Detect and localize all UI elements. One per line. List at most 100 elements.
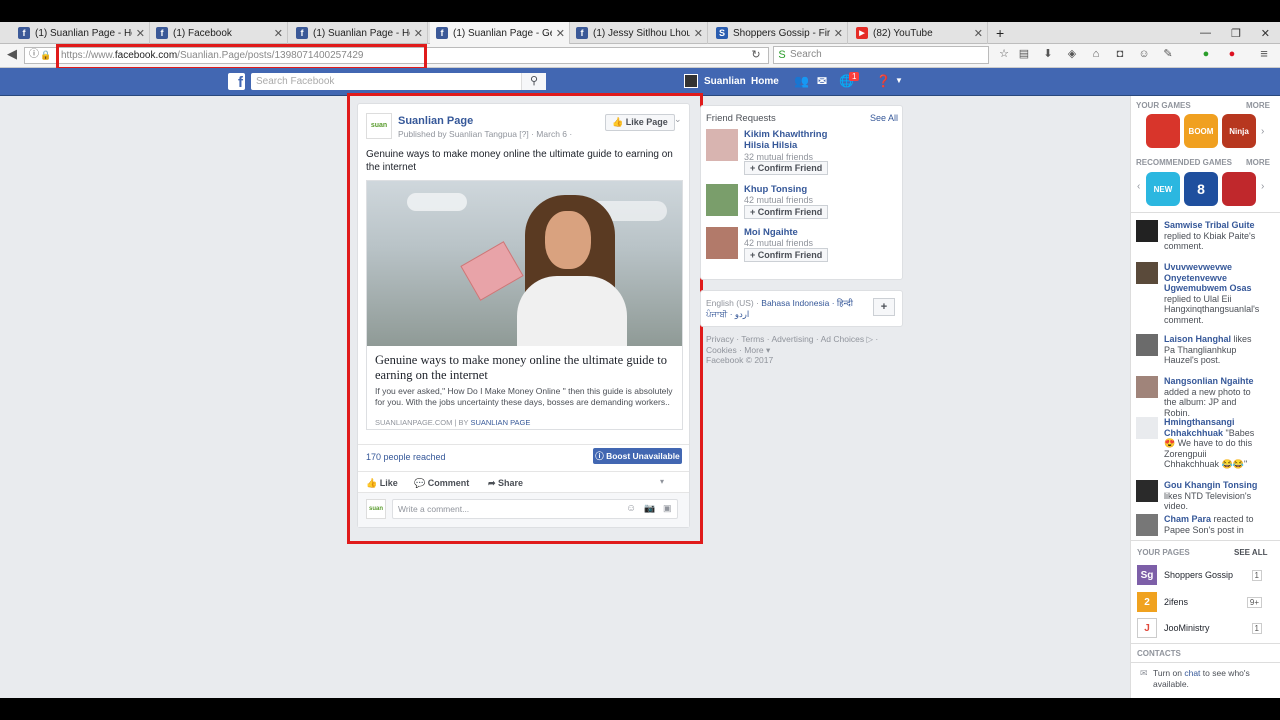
confirm-friend-button[interactable]: + Confirm Friend bbox=[744, 205, 829, 219]
browser-tab[interactable]: S Shoppers Gossip - FireFTP ✕ bbox=[710, 22, 848, 44]
extension-icon[interactable]: ◈ bbox=[1066, 48, 1078, 60]
extension-icon[interactable]: ✎ bbox=[1162, 48, 1174, 60]
close-icon[interactable]: ✕ bbox=[136, 27, 145, 40]
browser-tab[interactable]: ▶ (82) YouTube ✕ bbox=[850, 22, 988, 44]
confirm-friend-button[interactable]: + Confirm Friend bbox=[744, 161, 829, 175]
profile-link[interactable]: Suanlian bbox=[704, 76, 746, 87]
pocket-icon[interactable]: ◘ bbox=[1114, 48, 1126, 60]
page-count: 1 bbox=[1251, 622, 1262, 634]
close-icon[interactable]: ✕ bbox=[414, 27, 423, 40]
mutual-friends: 42 mutual friends bbox=[744, 195, 814, 205]
avatar[interactable] bbox=[706, 184, 738, 216]
browser-tab[interactable]: f (1) Suanlian Page - Home ✕ bbox=[12, 22, 150, 44]
chevron-down-icon[interactable]: ▼ bbox=[895, 76, 903, 85]
browser-tab-active[interactable]: f (1) Suanlian Page - Genuine ✕ bbox=[430, 22, 570, 44]
chevron-right-icon[interactable]: › bbox=[1261, 181, 1264, 192]
avatar bbox=[1136, 514, 1158, 536]
avatar bbox=[1136, 417, 1158, 439]
info-icon[interactable]: ⓘ bbox=[28, 49, 40, 61]
avatar[interactable] bbox=[706, 129, 738, 161]
close-icon[interactable]: ✕ bbox=[694, 27, 703, 40]
account-icon[interactable]: ☺ bbox=[1138, 48, 1150, 60]
help-icon[interactable]: ❓ bbox=[876, 74, 891, 88]
search-icon[interactable]: ⚲ bbox=[521, 73, 546, 90]
new-tab-button[interactable]: + bbox=[990, 22, 1014, 44]
messenger-icon[interactable]: ✉ bbox=[817, 74, 827, 88]
add-language-button[interactable]: + bbox=[873, 298, 895, 316]
grammarly-icon[interactable]: ● bbox=[1200, 48, 1212, 60]
menu-icon[interactable]: ≡ bbox=[1258, 47, 1270, 60]
back-icon[interactable]: ◀ bbox=[6, 47, 18, 60]
game-tile[interactable] bbox=[1146, 114, 1180, 148]
browser-tab[interactable]: f (1) Suanlian Page - Home ✕ bbox=[290, 22, 428, 44]
game-tile[interactable]: 8 bbox=[1184, 172, 1218, 206]
friend-name[interactable]: Khup Tonsing bbox=[744, 184, 854, 195]
chevron-right-icon[interactable]: › bbox=[1261, 126, 1264, 137]
facebook-icon: f bbox=[436, 27, 448, 39]
facebook-logo[interactable]: f bbox=[228, 73, 245, 91]
see-all-link[interactable]: SEE ALL bbox=[1234, 548, 1267, 557]
language-links[interactable]: ਪੰਜਾਬੀ · اردو bbox=[706, 309, 749, 319]
download-icon[interactable]: ⬇ bbox=[1042, 48, 1054, 60]
game-tile[interactable]: Ninja bbox=[1222, 114, 1256, 148]
page-item[interactable]: Sg Shoppers Gossip 1 bbox=[1137, 565, 1262, 585]
game-label: Ninja bbox=[1229, 126, 1249, 136]
ticker-item[interactable]: Laison Hanghal likes Pa Thanglianhkup Ha… bbox=[1136, 334, 1261, 366]
footer-line[interactable]: Privacy · Terms · Advertising · Ad Choic… bbox=[706, 334, 896, 345]
facebook-search-input[interactable]: Search Facebook bbox=[251, 73, 546, 90]
restore-icon[interactable]: ❐ bbox=[1231, 27, 1241, 40]
avatar[interactable] bbox=[706, 227, 738, 259]
confirm-friend-button[interactable]: + Confirm Friend bbox=[744, 248, 829, 262]
avatar bbox=[1136, 334, 1158, 356]
chevron-left-icon[interactable]: ‹ bbox=[1137, 181, 1140, 192]
see-all-link[interactable]: See All bbox=[870, 113, 898, 123]
page-item[interactable]: J JooMinistry 1 bbox=[1137, 618, 1262, 638]
ticker-item[interactable]: Nangsonlian Ngaihte added a new photo to… bbox=[1136, 376, 1261, 418]
mutual-friends: 42 mutual friends bbox=[744, 238, 814, 248]
bookmark-star-icon[interactable]: ☆ bbox=[998, 48, 1010, 60]
post-highlight-box bbox=[347, 93, 703, 544]
divider bbox=[1131, 662, 1280, 663]
page-icon: 2 bbox=[1137, 592, 1157, 612]
game-tile[interactable]: NEW bbox=[1146, 172, 1180, 206]
your-pages-title: YOUR PAGES bbox=[1137, 548, 1190, 557]
ticker-item[interactable]: Uvuvwevwevwe Onyetenvewve Ugwemubwem Osa… bbox=[1136, 262, 1261, 325]
close-icon[interactable]: ✕ bbox=[974, 27, 983, 40]
reload-icon[interactable]: ↻ bbox=[750, 49, 762, 61]
clipboard-icon[interactable]: ▤ bbox=[1018, 48, 1030, 60]
language-links[interactable]: Bahasa Indonesia · हिन्दी bbox=[761, 298, 853, 308]
close-icon[interactable]: ✕ bbox=[274, 27, 283, 40]
youtube-icon: ▶ bbox=[856, 27, 868, 39]
chat-link[interactable]: chat bbox=[1184, 668, 1200, 678]
avatar[interactable] bbox=[684, 74, 698, 88]
tab-title: (1) Suanlian Page - Home bbox=[35, 27, 132, 39]
tab-title: (1) Jessy Sitlhou Lhoujem wi bbox=[593, 27, 690, 39]
footer-line[interactable]: Cookies · More ▾ bbox=[706, 345, 896, 356]
friend-name[interactable]: Kikim Khawlthring Hilsia Hilsia bbox=[744, 129, 854, 151]
browser-tab[interactable]: f (1) Jessy Sitlhou Lhoujem wi ✕ bbox=[570, 22, 708, 44]
more-link[interactable]: MORE bbox=[1246, 158, 1270, 167]
game-tile[interactable] bbox=[1222, 172, 1256, 206]
avatar bbox=[1136, 220, 1158, 242]
close-window-icon[interactable]: ✕ bbox=[1261, 27, 1270, 40]
close-icon[interactable]: ✕ bbox=[556, 27, 565, 40]
divider bbox=[1131, 540, 1280, 541]
browser-tab[interactable]: f (1) Facebook ✕ bbox=[150, 22, 288, 44]
page-item[interactable]: 2 2ifens 9+ bbox=[1137, 592, 1262, 612]
close-icon[interactable]: ✕ bbox=[834, 27, 843, 40]
friend-requests-icon[interactable]: 👥 bbox=[794, 74, 809, 88]
ticker-item[interactable]: Samwise Tribal Guite replied to Kbiak Pa… bbox=[1136, 220, 1261, 252]
home-icon[interactable]: ⌂ bbox=[1090, 48, 1102, 60]
ticker-item[interactable]: Cham Para reacted to Papee Son's post in bbox=[1136, 514, 1261, 536]
facebook-header bbox=[0, 68, 1280, 96]
home-link[interactable]: Home bbox=[751, 76, 779, 87]
minimize-icon[interactable]: — bbox=[1200, 27, 1211, 39]
game-tile[interactable]: BOOM bbox=[1184, 114, 1218, 148]
friend-name[interactable]: Moi Ngaihte bbox=[744, 227, 854, 238]
more-link[interactable]: MORE bbox=[1246, 101, 1270, 110]
ticker-item[interactable]: Gou Khangin Tonsing likes NTD Television… bbox=[1136, 480, 1261, 512]
browser-search-input[interactable]: Search bbox=[773, 46, 989, 64]
ticker-name: Cham Para bbox=[1164, 514, 1212, 524]
ticker-item[interactable]: Hmingthansangi Chhakchhuak "Babes😍 We ha… bbox=[1136, 417, 1261, 470]
adblock-icon[interactable]: ● bbox=[1226, 48, 1238, 60]
